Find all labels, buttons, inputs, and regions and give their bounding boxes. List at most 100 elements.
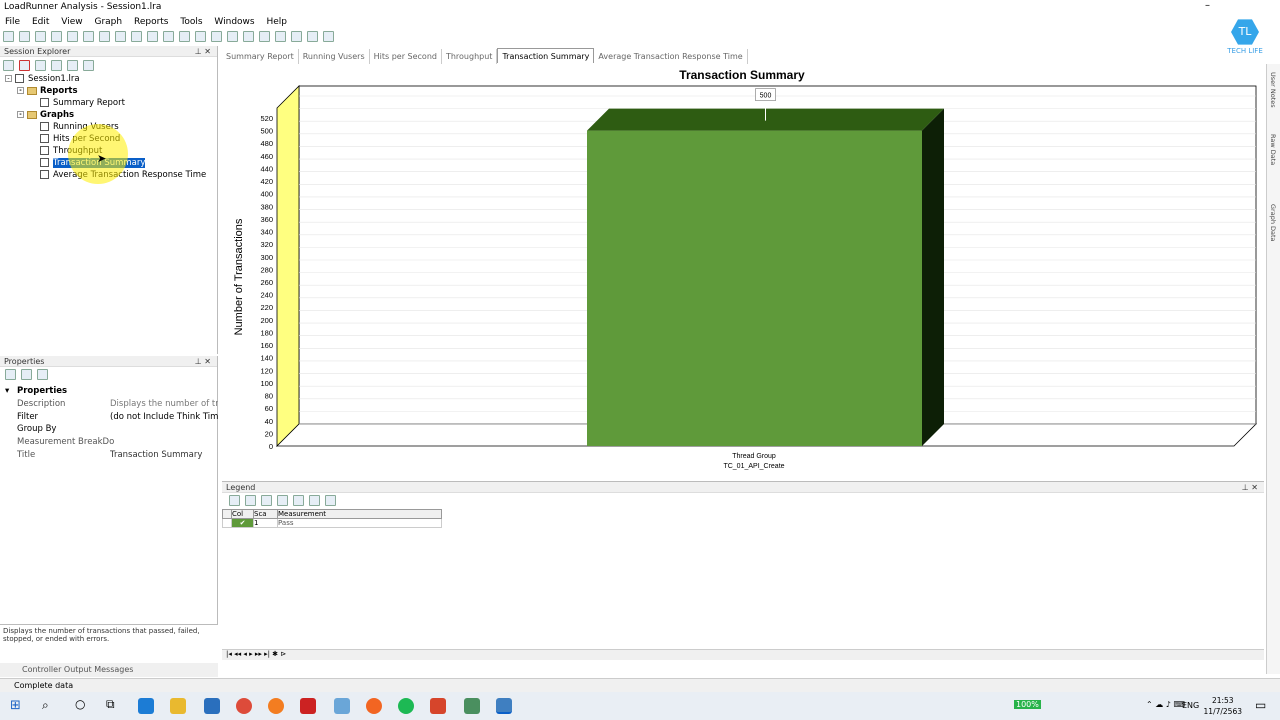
export-icon[interactable]: [291, 31, 302, 42]
settings-icon[interactable]: [323, 31, 334, 42]
graph-data-tab[interactable]: Graph Data: [1269, 204, 1277, 242]
menu-windows[interactable]: Windows: [214, 15, 254, 29]
controller-output-tab[interactable]: Controller Output Messages: [0, 663, 218, 677]
mail-icon[interactable]: [204, 698, 220, 714]
pin-close-icon[interactable]: ⊥ ✕: [1242, 482, 1258, 493]
minimize-icon[interactable]: –: [1205, 0, 1210, 11]
menu-file[interactable]: File: [5, 15, 20, 29]
clock[interactable]: 21:53 11/7/2563: [1204, 695, 1242, 717]
menu-edit[interactable]: Edit: [32, 15, 49, 29]
group-icon[interactable]: [259, 31, 270, 42]
edge-icon[interactable]: [138, 698, 154, 714]
open-template-icon[interactable]: [35, 31, 46, 42]
postman-icon[interactable]: [366, 698, 382, 714]
horizontal-scrollbar[interactable]: |◂ ◂◂ ◂ ▸ ▸▸ ▸| ✱ ⊳: [222, 649, 1264, 660]
legend-col-scale[interactable]: Sca: [253, 509, 278, 519]
legend-row[interactable]: ✔ 1 Pass: [222, 518, 442, 528]
print-preview-icon[interactable]: [83, 31, 94, 42]
tree-graph-avg-response-time[interactable]: Average Transaction Response Time: [40, 170, 206, 180]
legend-col-color[interactable]: Col: [231, 509, 254, 519]
save-icon[interactable]: [51, 31, 62, 42]
prop-description[interactable]: Description Displays the number of tran: [0, 399, 218, 411]
line-icon[interactable]: [398, 698, 414, 714]
legend-show-icon[interactable]: [229, 495, 240, 506]
undo-icon[interactable]: [163, 31, 174, 42]
record-nav-icon[interactable]: |◂ ◂◂ ◂ ▸ ▸▸ ▸| ✱ ⊳: [226, 650, 286, 658]
legend-hide-icon[interactable]: [245, 495, 256, 506]
search-icon[interactable]: ⌕: [42, 698, 49, 713]
redo-icon[interactable]: [179, 31, 190, 42]
filter-icon[interactable]: [115, 31, 126, 42]
menu-reports[interactable]: Reports: [134, 15, 169, 29]
tab-transaction-summary[interactable]: Transaction Summary: [497, 48, 595, 63]
task-view-icon[interactable]: ⧉: [106, 697, 115, 712]
windows-start-icon[interactable]: ⊞: [10, 698, 21, 713]
add-icon[interactable]: [3, 60, 14, 71]
copy-icon[interactable]: [99, 31, 110, 42]
cortana-icon[interactable]: ○: [75, 697, 85, 711]
tab-summary-report[interactable]: Summary Report: [222, 49, 299, 64]
battery-zoom-badge[interactable]: 100%: [1014, 700, 1041, 709]
language-indicator[interactable]: ENG: [1182, 701, 1199, 710]
tree-reports[interactable]: - Reports: [17, 86, 78, 96]
pin-close-icon[interactable]: ⊥ ✕: [195, 356, 211, 367]
merge-icon[interactable]: [131, 31, 142, 42]
duplicate-icon[interactable]: [51, 60, 62, 71]
file-explorer-icon[interactable]: [170, 698, 186, 714]
property-pages-icon[interactable]: [37, 369, 48, 380]
print-icon[interactable]: [67, 31, 78, 42]
menu-view[interactable]: View: [61, 15, 82, 29]
rename-icon[interactable]: [35, 60, 46, 71]
tab-avg-response-time[interactable]: Average Transaction Response Time: [594, 49, 748, 64]
tree-root[interactable]: - Session1.lra: [5, 74, 80, 84]
system-tray-icon[interactable]: ⌃ ☁ ♪ ⌨: [1146, 700, 1185, 709]
sort-az-icon[interactable]: [21, 369, 32, 380]
move-up-icon[interactable]: [67, 60, 78, 71]
grid-icon[interactable]: [307, 31, 318, 42]
raw-data-tab[interactable]: Raw Data: [1269, 134, 1277, 165]
legend-col-measurement[interactable]: Measurement: [277, 509, 442, 519]
pin-close-icon[interactable]: ⊥ ✕: [195, 46, 211, 57]
legend-filter-icon[interactable]: [293, 495, 304, 506]
categorized-icon[interactable]: [5, 369, 16, 380]
report-template-icon[interactable]: [211, 31, 222, 42]
checkbox-icon[interactable]: ✔: [231, 518, 254, 528]
legend-export-icon[interactable]: [309, 495, 320, 506]
tree-summary-report[interactable]: Summary Report: [40, 98, 125, 108]
firefox-icon[interactable]: [268, 698, 284, 714]
new-icon[interactable]: [3, 31, 14, 42]
move-down-icon[interactable]: [83, 60, 94, 71]
chrome-icon[interactable]: [236, 698, 252, 714]
report-icon[interactable]: [195, 31, 206, 42]
tab-running-vusers[interactable]: Running Vusers: [299, 49, 370, 64]
prop-group-by[interactable]: Group By: [0, 424, 218, 436]
properties-section[interactable]: ▾ Properties: [0, 386, 218, 398]
compare-icon[interactable]: [275, 31, 286, 42]
sublime-icon[interactable]: [430, 698, 446, 714]
prop-filter[interactable]: Filter (do not Include Think Time): [0, 412, 218, 424]
delete-icon[interactable]: [19, 60, 30, 71]
align-icon[interactable]: [243, 31, 254, 42]
legend-config-icon[interactable]: [261, 495, 272, 506]
menu-graph[interactable]: Graph: [94, 15, 122, 29]
zoom-icon[interactable]: [147, 31, 158, 42]
tab-throughput[interactable]: Throughput: [442, 49, 498, 64]
prop-measurement-breakdown[interactable]: Measurement BreakDo: [0, 437, 218, 449]
menu-tools[interactable]: Tools: [180, 15, 202, 29]
graph-icon: [40, 170, 49, 179]
legend-columns-icon[interactable]: [325, 495, 336, 506]
tab-hits-per-second[interactable]: Hits per Second: [370, 49, 442, 64]
open-icon[interactable]: [19, 31, 30, 42]
notification-icon[interactable]: ▭: [1255, 698, 1266, 712]
graph-icon[interactable]: [227, 31, 238, 42]
analysis-icon[interactable]: [496, 698, 512, 714]
user-notes-tab[interactable]: User Notes: [1269, 72, 1277, 108]
menu-help[interactable]: Help: [266, 15, 287, 29]
loadrunner-icon[interactable]: [464, 698, 480, 714]
app-icon[interactable]: [334, 698, 350, 714]
legend-link-icon[interactable]: [277, 495, 288, 506]
pen-icon[interactable]: [300, 698, 316, 714]
prop-title[interactable]: Title Transaction Summary: [0, 450, 218, 462]
tree-graphs[interactable]: - Graphs: [17, 110, 74, 120]
transaction-summary-chart[interactable]: Transaction Summary 0 20 40 60 80 100 120 140 160…: [222, 64, 1264, 478]
